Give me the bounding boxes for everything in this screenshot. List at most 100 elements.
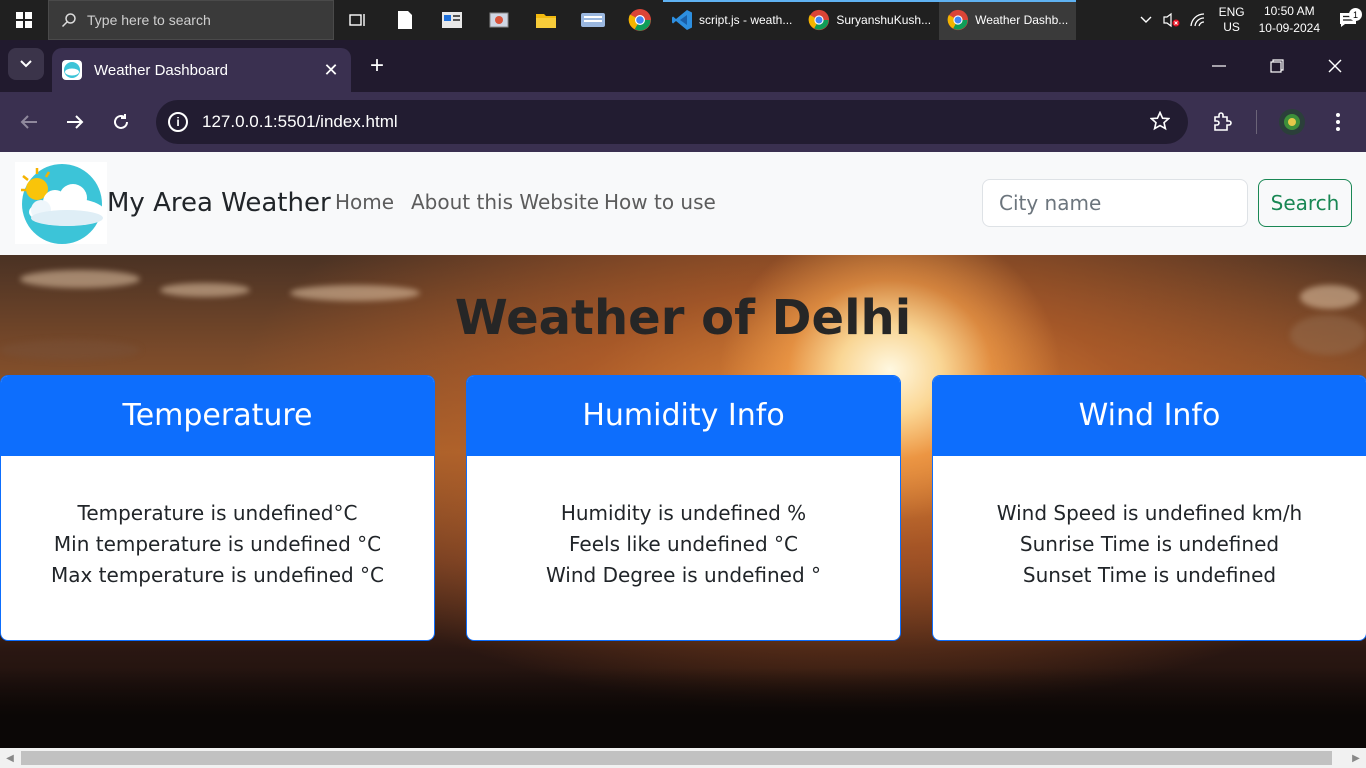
windows-taskbar: Type here to search script.js - weath...… [0,0,1366,40]
vscode-icon [672,10,692,30]
language-indicator[interactable]: ENG US [1211,5,1253,35]
card-header: Wind Info [933,376,1366,456]
volume-button[interactable] [1159,0,1185,40]
weather-favicon-icon [62,60,82,80]
extensions-button[interactable] [1205,92,1241,152]
url-text: 127.0.0.1:5501/index.html [202,112,398,131]
task-view-button[interactable] [334,0,381,40]
taskbar-file-explorer[interactable] [522,0,569,40]
max-temperature-line: Max temperature is undefined °C [50,563,385,587]
nav-link-home[interactable]: Home [335,190,394,214]
card-header: Humidity Info [467,376,900,456]
taskbar-chrome-icon[interactable] [616,0,663,40]
min-temperature-line: Min temperature is undefined °C [53,532,382,556]
card-header: Temperature [1,376,434,456]
reload-button[interactable] [98,92,144,152]
taskbar-search-box[interactable]: Type here to search [48,0,334,40]
notification-center-button[interactable]: 1 [1330,8,1366,28]
windows-start-button[interactable] [0,0,48,40]
news-icon [441,12,462,28]
sunrise-line: Sunrise Time is undefined [1019,532,1280,556]
nav-link-how-to-use[interactable]: How to use [604,190,716,214]
tab-close-icon[interactable]: ✕ [321,60,341,81]
network-button[interactable] [1185,0,1211,40]
clock-time: 10:50 AM [1263,4,1315,18]
search-button[interactable]: Search [1258,179,1352,227]
taskbar-news-icon[interactable] [428,0,475,40]
card-body: Temperature is undefined°C Min temperatu… [1,456,434,591]
weather-title: Weather of Delhi [454,290,912,346]
horizon-silhouette [0,668,1366,748]
chevron-up-icon [1140,16,1152,23]
chrome-icon [808,9,830,31]
temperature-line: Temperature is undefined°C [77,501,358,525]
scroll-right-icon[interactable]: ▶ [1346,748,1366,768]
kebab-menu-icon [1336,113,1340,131]
close-window-button[interactable] [1306,40,1364,92]
humidity-line: Humidity is undefined % [560,501,807,525]
site-brand[interactable]: My Area Weather [107,188,331,218]
taskbar-file-icon[interactable] [381,0,428,40]
arrow-left-icon [20,115,37,129]
nav-link-about[interactable]: About this Website [411,190,599,214]
close-icon [1328,59,1342,73]
restore-button[interactable] [1248,40,1306,92]
humidity-card: Humidity Info Humidity is undefined % Fe… [466,375,901,641]
address-bar[interactable]: i 127.0.0.1:5501/index.html [156,100,1188,144]
taskbar-snipping-icon[interactable] [475,0,522,40]
scroll-left-icon[interactable]: ◀ [0,748,20,768]
weather-hero-section: Weather of Delhi Temperature Temperature… [0,255,1366,748]
city-search-input[interactable] [982,179,1248,227]
new-tab-button[interactable]: + [364,52,390,80]
keyboard-icon [580,13,605,27]
wind-degree-line: Wind Degree is undefined ° [545,563,822,587]
forward-button[interactable] [52,92,98,152]
search-icon [61,13,76,28]
scrollbar-thumb[interactable] [21,751,1332,765]
show-hidden-icons-button[interactable] [1133,0,1159,40]
taskbar-keyboard-icon[interactable] [569,0,616,40]
tab-search-button[interactable] [8,48,44,80]
taskbar-app-label: SuryanshuKush... [836,13,932,27]
reload-icon [114,114,128,129]
bookmark-star-icon[interactable] [1149,110,1171,136]
notification-badge: 1 [1349,8,1362,21]
web-page-viewport: My Area Weather Home About this Website … [0,152,1366,748]
taskbar-app-chrome-profile[interactable]: SuryanshuKush... [800,0,939,40]
taskbar-app-label: script.js - weath... [699,13,793,27]
horizontal-scrollbar[interactable]: ◀ ▶ [0,748,1366,768]
chrome-icon [947,9,969,31]
profile-avatar[interactable] [1274,92,1310,152]
site-info-icon[interactable]: i [168,112,188,132]
sun-cloud-icon [21,164,105,244]
back-button[interactable] [6,92,52,152]
document-icon [397,11,412,29]
chevron-down-icon [20,60,32,68]
arrow-right-icon [67,115,84,129]
taskbar-app-label: Weather Dashb... [975,13,1069,27]
clock-date: 10-09-2024 [1258,21,1320,35]
wind-speed-line: Wind Speed is undefined km/h [996,501,1303,525]
system-tray: ENG US 10:50 AM 10-09-2024 1 [1133,0,1366,40]
weather-logo[interactable] [15,162,107,244]
temperature-card: Temperature Temperature is undefined°C M… [0,375,435,641]
site-navbar: My Area Weather Home About this Website … [0,152,1366,255]
browser-menu-button[interactable] [1322,92,1354,152]
card-body: Wind Speed is undefined km/h Sunrise Tim… [933,456,1366,591]
lang-region: US [1223,20,1240,34]
taskbar-app-vscode[interactable]: script.js - weath... [663,0,801,40]
chrome-icon [628,9,651,31]
taskbar-app-weather-dashboard[interactable]: Weather Dashb... [939,0,1077,40]
browser-tab-active[interactable]: Weather Dashboard ✕ [52,48,351,92]
sunset-line: Sunset Time is undefined [1022,563,1277,587]
windows-logo-icon [16,12,32,28]
taskbar-clock[interactable]: 10:50 AM 10-09-2024 [1253,3,1330,37]
background-cloud [20,270,140,288]
lang-code: ENG [1218,5,1245,19]
minimize-button[interactable] [1190,40,1248,92]
toolbar-divider [1255,92,1257,152]
folder-icon [535,14,556,28]
browser-tab-strip: Weather Dashboard ✕ + [0,40,1366,92]
tab-title: Weather Dashboard [94,61,228,79]
restore-icon [1270,59,1284,73]
